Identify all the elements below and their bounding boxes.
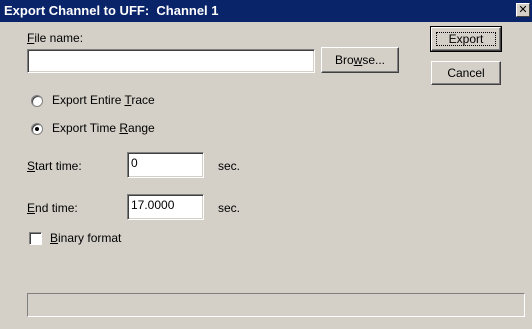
file-name-input[interactable]: [31, 52, 311, 66]
focus-rect: [436, 32, 496, 46]
start-time-field[interactable]: [127, 152, 204, 178]
browse-button[interactable]: Browse...: [321, 47, 399, 73]
close-icon: ✕: [518, 3, 528, 16]
file-name-field[interactable]: [27, 49, 315, 73]
file-name-label: File name:: [27, 31, 84, 45]
close-button[interactable]: ✕: [516, 3, 530, 17]
radio-selected-dot: [35, 127, 39, 131]
cancel-button[interactable]: Cancel: [431, 61, 501, 85]
binary-format-checkbox[interactable]: [29, 232, 42, 245]
radio-export-time-range[interactable]: [31, 123, 43, 135]
status-bar: [27, 293, 525, 317]
start-time-unit: sec.: [218, 159, 241, 173]
end-time-field[interactable]: [127, 194, 204, 220]
cancel-button-label: Cancel: [447, 66, 485, 80]
end-time-unit: sec.: [218, 201, 241, 215]
end-time-label: End time:: [27, 201, 78, 215]
export-entire-trace-label[interactable]: Export Entire Trace: [52, 93, 155, 107]
binary-format-label[interactable]: Binary format: [50, 231, 121, 245]
end-time-input[interactable]: [131, 198, 200, 212]
radio-export-entire-trace[interactable]: [31, 95, 43, 107]
start-time-input[interactable]: [131, 156, 200, 170]
export-time-range-label[interactable]: Export Time Range: [52, 121, 155, 135]
start-time-label: Start time:: [27, 159, 82, 173]
browse-button-label: Browse...: [334, 53, 386, 67]
title-bar: Export Channel to UFF: Channel 1 ✕: [0, 0, 532, 22]
window-title: Export Channel to UFF: Channel 1: [4, 3, 219, 18]
export-button[interactable]: Export: [430, 26, 502, 52]
